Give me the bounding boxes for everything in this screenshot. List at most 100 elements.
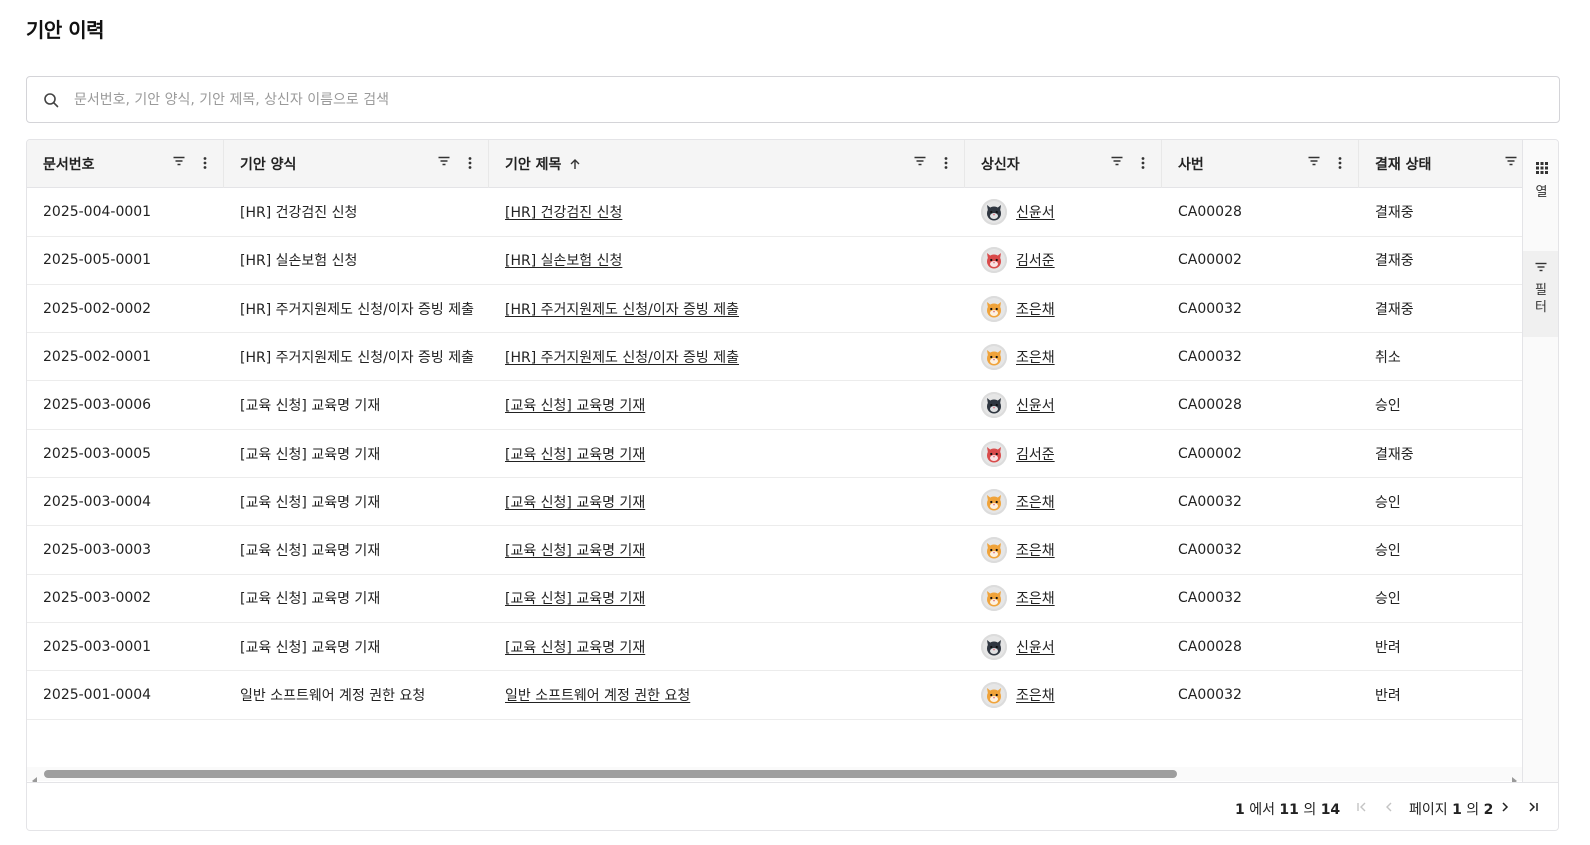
subject-link[interactable]: [HR] 주거지원제도 신청/이자 증빙 제출 bbox=[489, 333, 965, 381]
status-cell: 반려 bbox=[1375, 639, 1401, 656]
scrollbar-thumb[interactable] bbox=[44, 770, 1177, 778]
submitter-cell[interactable]: 조은채 bbox=[965, 333, 1162, 381]
submitter-cell[interactable]: 신윤서 bbox=[965, 381, 1162, 429]
prev-page-icon[interactable] bbox=[1380, 798, 1398, 816]
column-header-doc_no[interactable]: 문서번호 bbox=[27, 140, 224, 188]
red-cat-avatar bbox=[981, 440, 1007, 467]
next-page-icon[interactable] bbox=[1496, 798, 1514, 816]
submitter-name-link[interactable]: 신윤서 bbox=[1016, 395, 1055, 415]
orange-cat-avatar bbox=[981, 682, 1007, 708]
status-cell: 승인 bbox=[1375, 494, 1401, 511]
scroll-left-icon[interactable] bbox=[31, 770, 39, 782]
submitter-cell[interactable]: 신윤서 bbox=[965, 188, 1162, 236]
table-row[interactable]: 2025-002-0001 [HR] 주거지원제도 신청/이자 증빙 제출 [HR]… bbox=[27, 333, 1522, 382]
form-cell: [HR] 주거지원제도 신청/이자 증빙 제출 bbox=[240, 301, 475, 318]
doc-number-cell: 2025-001-0004 bbox=[43, 687, 152, 703]
subject-link[interactable]: 일반 소프트웨어 계정 권한 요청 bbox=[489, 671, 965, 719]
status-cell: 결재중 bbox=[1375, 446, 1414, 463]
submitter-cell[interactable]: 신윤서 bbox=[965, 623, 1162, 671]
doc-number-cell: 2025-002-0001 bbox=[43, 348, 152, 365]
table-row[interactable]: 2025-004-0001 [HR] 건강검진 신청 [HR] 건강검진 신청 신윤서… bbox=[27, 188, 1522, 237]
data-grid: 문서번호 기안 양식 기안 제목 상신자 사번 결재 상태 2025-004-0001 [H… bbox=[26, 139, 1559, 831]
column-menu-icon[interactable] bbox=[1141, 156, 1145, 170]
search-box[interactable] bbox=[26, 76, 1560, 123]
subject-link[interactable]: [교육 신청] 교육명 기재 bbox=[489, 478, 965, 526]
orange-cat-avatar bbox=[981, 488, 1007, 515]
submitter-cell[interactable]: 김서준 bbox=[965, 430, 1162, 478]
column-header-label: 기안 제목 bbox=[505, 157, 562, 173]
employee-number-cell: CA00032 bbox=[1178, 493, 1242, 510]
column-header-submitter[interactable]: 상신자 bbox=[965, 140, 1162, 188]
table-row[interactable]: 2025-005-0001 [HR] 실손보험 신청 [HR] 실손보험 신청 김서준… bbox=[27, 236, 1522, 285]
status-cell: 결재중 bbox=[1375, 205, 1414, 221]
column-header-label: 기안 양식 bbox=[240, 157, 297, 173]
employee-number-cell: CA00032 bbox=[1178, 542, 1242, 559]
submitter-cell[interactable]: 김서준 bbox=[965, 236, 1162, 284]
column-filter-icon[interactable] bbox=[438, 156, 450, 166]
table-row[interactable]: 2025-001-0004 일반 소프트웨어 계정 권한 요청 일반 소프트웨어 계… bbox=[27, 671, 1522, 720]
submitter-cell[interactable]: 조은채 bbox=[965, 478, 1162, 526]
page-indicator: 페이지 1 의 2 bbox=[1409, 802, 1494, 818]
submitter-cell[interactable]: 조은채 bbox=[965, 526, 1162, 574]
subject-link[interactable]: [교육 신청] 교육명 기재 bbox=[489, 381, 965, 429]
submitter-name-link[interactable]: 조은채 bbox=[1016, 588, 1055, 608]
filters-tab[interactable]: 필터 bbox=[1523, 251, 1558, 337]
subject-link[interactable]: [HR] 실손보험 신청 bbox=[489, 236, 965, 284]
table-row[interactable]: 2025-003-0002 [교육 신청] 교육명 기재 [교육 신청] 교육명 기… bbox=[27, 574, 1522, 623]
columns-tab[interactable]: 열 bbox=[1523, 162, 1558, 201]
status-cell: 결재중 bbox=[1375, 253, 1414, 270]
column-menu-icon[interactable] bbox=[468, 156, 472, 170]
submitter-name-link[interactable]: 조은채 bbox=[1016, 299, 1055, 319]
search-input[interactable] bbox=[74, 91, 1474, 108]
submitter-name-link[interactable]: 신윤서 bbox=[1016, 202, 1055, 222]
column-filter-icon[interactable] bbox=[173, 156, 185, 166]
first-page-icon[interactable] bbox=[1353, 798, 1371, 816]
column-menu-icon[interactable] bbox=[203, 156, 207, 170]
side-tool-panel: 열 필터 bbox=[1522, 140, 1558, 782]
submitter-name-link[interactable]: 조은채 bbox=[1016, 685, 1055, 705]
column-filter-icon[interactable] bbox=[1308, 156, 1320, 166]
table-row[interactable]: 2025-002-0002 [HR] 주거지원제도 신청/이자 증빙 제출 [HR]… bbox=[27, 285, 1522, 334]
submitter-name-link[interactable]: 조은채 bbox=[1016, 492, 1055, 512]
column-header-emp_no[interactable]: 사번 bbox=[1162, 140, 1359, 188]
table-row[interactable]: 2025-003-0003 [교육 신청] 교육명 기재 [교육 신청] 교육명 기… bbox=[27, 526, 1522, 575]
submitter-name-link[interactable]: 조은채 bbox=[1016, 540, 1055, 560]
column-menu-icon[interactable] bbox=[944, 156, 948, 170]
subject-link[interactable]: [HR] 건강검진 신청 bbox=[489, 188, 965, 236]
column-header-form[interactable]: 기안 양식 bbox=[224, 140, 489, 188]
subject-link[interactable]: [교육 신청] 교육명 기재 bbox=[489, 430, 965, 478]
orange-cat-avatar bbox=[981, 537, 1007, 564]
scroll-right-icon[interactable] bbox=[1510, 770, 1518, 782]
horizontal-scrollbar[interactable] bbox=[27, 767, 1522, 782]
column-header-subject[interactable]: 기안 제목 bbox=[489, 140, 965, 188]
table-row[interactable]: 2025-003-0004 [교육 신청] 교육명 기재 [교육 신청] 교육명 기… bbox=[27, 478, 1522, 527]
submitter-name-link[interactable]: 조은채 bbox=[1016, 347, 1055, 367]
column-header-status[interactable]: 결재 상태 bbox=[1359, 140, 1522, 188]
column-menu-icon[interactable] bbox=[1338, 156, 1342, 170]
form-cell: [교육 신청] 교육명 기재 bbox=[240, 494, 381, 511]
table-row[interactable]: 2025-003-0001 [교육 신청] 교육명 기재 [교육 신청] 교육명 기… bbox=[27, 623, 1522, 672]
subject-link[interactable]: [교육 신청] 교육명 기재 bbox=[489, 574, 965, 622]
column-filter-icon[interactable] bbox=[1505, 156, 1517, 166]
columns-tab-label: 열 bbox=[1535, 185, 1548, 200]
submitter-name-link[interactable]: 김서준 bbox=[1016, 444, 1055, 464]
submitter-cell[interactable]: 조은채 bbox=[965, 574, 1162, 622]
subject-link[interactable]: [교육 신청] 교육명 기재 bbox=[489, 623, 965, 671]
dark-cat-avatar bbox=[981, 392, 1007, 419]
search-icon bbox=[43, 92, 59, 108]
subject-link[interactable]: [HR] 주거지원제도 신청/이자 증빙 제출 bbox=[489, 285, 965, 333]
last-page-icon[interactable] bbox=[1524, 798, 1542, 816]
submitter-name-link[interactable]: 신윤서 bbox=[1016, 637, 1055, 657]
submitter-cell[interactable]: 조은채 bbox=[965, 671, 1162, 719]
doc-number-cell: 2025-003-0002 bbox=[43, 590, 152, 607]
column-filter-icon[interactable] bbox=[1111, 156, 1123, 166]
sort-ascending-icon[interactable] bbox=[569, 158, 581, 170]
table-row[interactable]: 2025-003-0006 [교육 신청] 교육명 기재 [교육 신청] 교육명 기… bbox=[27, 381, 1522, 430]
subject-link[interactable]: [교육 신청] 교육명 기재 bbox=[489, 526, 965, 574]
employee-number-cell: CA00002 bbox=[1178, 252, 1242, 269]
column-filter-icon[interactable] bbox=[914, 156, 926, 166]
submitter-name-link[interactable]: 김서준 bbox=[1016, 250, 1055, 270]
submitter-cell[interactable]: 조은채 bbox=[965, 285, 1162, 333]
table-row[interactable]: 2025-003-0005 [교육 신청] 교육명 기재 [교육 신청] 교육명 기… bbox=[27, 430, 1522, 478]
doc-number-cell: 2025-005-0001 bbox=[43, 252, 152, 269]
